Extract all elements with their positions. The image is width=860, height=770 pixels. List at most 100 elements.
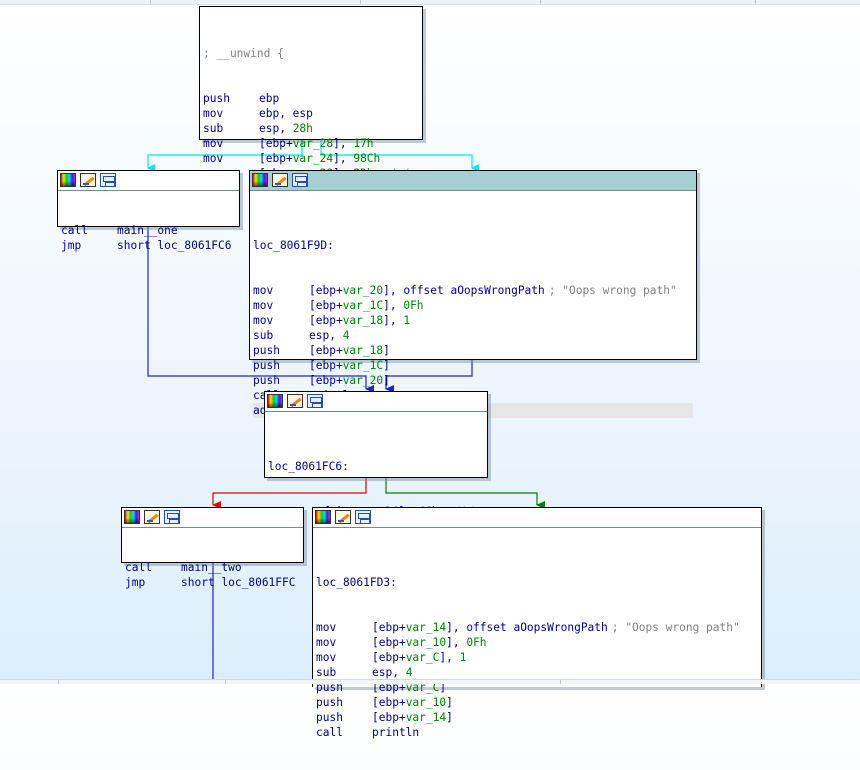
instruction-line[interactable]: mov [ebp+var_1C], 0Fh [253, 298, 693, 313]
mnemonic: sub [316, 666, 337, 679]
color-gradient-icon[interactable] [124, 510, 140, 524]
edit-pencil-icon[interactable] [272, 173, 288, 187]
main-one-lines: call main__onejmp short loc_8061FC6 [61, 223, 236, 253]
block-label: loc_8061FC6: [268, 460, 349, 473]
instruction-line[interactable]: call main__one [61, 223, 236, 238]
operands: main__one [117, 224, 178, 237]
operands: println [372, 726, 420, 739]
operands: short loc_8061FC6 [117, 239, 232, 252]
mnemonic: mov [253, 284, 274, 297]
operands: [ebp+var_C], 1 [372, 651, 467, 664]
mnemonic: call [61, 224, 88, 237]
instruction-line[interactable]: push [ebp+var_14] [316, 710, 758, 725]
graph-overview-icon[interactable] [307, 394, 323, 408]
operands: [ebp+var_1C] [309, 359, 390, 372]
mnemonic: push [203, 92, 230, 105]
mnemonic: push [316, 711, 343, 724]
mnemonic: call [125, 561, 152, 574]
edit-pencil-icon[interactable] [80, 173, 96, 187]
instruction-line[interactable]: push ebp [203, 91, 419, 106]
block-loc-8061f9d[interactable]: loc_8061F9D: mov [ebp+var_20], offset aOo… [249, 170, 697, 418]
instruction-line[interactable]: push [ebp+var_10] [316, 695, 758, 710]
operands: ebp [259, 92, 280, 105]
mnemonic: mov [203, 107, 224, 120]
mnemonic: mov [316, 651, 337, 664]
block-header [313, 508, 761, 528]
operands: [ebp+var_14] [372, 711, 453, 724]
operands: [ebp+var_14], offset aOopsWrongPath [372, 621, 608, 634]
mnemonic: mov [253, 314, 274, 327]
instruction-line[interactable]: push [ebp+var_18] [253, 343, 693, 358]
mnemonic: mov [203, 152, 224, 165]
operands: [ebp+var_1C], 0Fh [309, 299, 424, 312]
block-loc-8061fd3[interactable]: loc_8061FD3: mov [ebp+var_14], offset aOo… [312, 507, 762, 739]
instruction-line[interactable]: sub esp, 4 [253, 328, 693, 343]
instruction-line[interactable]: mov [ebp+var_18], 1 [253, 313, 693, 328]
mnemonic: mov [253, 299, 274, 312]
operands: esp, 4 [372, 666, 413, 679]
mnemonic: sub [203, 122, 224, 135]
comment: ; "Oops wrong path" [548, 284, 677, 297]
mnemonic: jmp [125, 576, 146, 589]
comment: ; "Oops wrong path" [611, 621, 740, 634]
operands: [ebp+var_10] [372, 696, 453, 709]
edit-pencil-icon[interactable] [335, 510, 351, 524]
mnemonic: call [316, 726, 343, 739]
bottom-status-strip [0, 679, 860, 684]
instruction-line[interactable]: mov [ebp+var_24], 98Ch [203, 151, 419, 166]
instruction-line[interactable]: call println [316, 725, 758, 740]
operands: [ebp+var_20], offset aOopsWrongPath [309, 284, 545, 297]
mnemonic: push [316, 696, 343, 709]
mnemonic: mov [203, 137, 224, 150]
operands: [ebp+var_18], 1 [309, 314, 411, 327]
block-header [58, 171, 239, 191]
instruction-line[interactable]: mov [ebp+var_C], 1 [316, 650, 758, 665]
block-header [122, 508, 303, 528]
block-label: loc_8061FD3: [316, 576, 397, 589]
block-header [265, 392, 487, 412]
color-gradient-icon[interactable] [252, 173, 268, 187]
operands: esp, 28h [259, 122, 313, 135]
mnemonic: push [253, 359, 280, 372]
operands: short loc_8061FFC [181, 576, 296, 589]
block-label: loc_8061F9D: [253, 239, 334, 252]
operands: [ebp+var_20] [309, 374, 390, 387]
operands: [ebp+var_10], 0Fh [372, 636, 487, 649]
instruction-line[interactable]: mov [ebp+var_14], offset aOopsWrongPath; … [316, 620, 758, 635]
mnemonic: mov [316, 621, 337, 634]
operands: main__two [181, 561, 242, 574]
operands: [ebp+var_18] [309, 344, 390, 357]
block-loc-8061fc6[interactable]: loc_8061FC6: cmp[ebp+var_24], 4Ch; 'L'jn… [264, 391, 488, 533]
instruction-line[interactable]: sub esp, 28h [203, 121, 419, 136]
edit-pencil-icon[interactable] [287, 394, 303, 408]
instruction-line[interactable]: mov [ebp+var_28], 17h [203, 136, 419, 151]
color-gradient-icon[interactable] [60, 173, 76, 187]
unwind-comment: ; __unwind { [203, 47, 284, 60]
graph-overview-icon[interactable] [355, 510, 371, 524]
mnemonic: jmp [61, 239, 82, 252]
block-main-two[interactable]: call main__twojmp short loc_8061FFC [121, 507, 304, 589]
mnemonic: push [253, 374, 280, 387]
color-gradient-icon[interactable] [315, 510, 331, 524]
graph-overview-icon[interactable] [292, 173, 308, 187]
mnemonic: push [253, 344, 280, 357]
instruction-line[interactable]: call main__two [125, 560, 300, 575]
instruction-line[interactable]: push [ebp+var_1C] [253, 358, 693, 373]
graph-overview-icon[interactable] [100, 173, 116, 187]
operands: [ebp+var_24], 98Ch [259, 152, 381, 165]
instruction-line[interactable]: mov [ebp+var_20], offset aOopsWrongPath; … [253, 283, 693, 298]
operands: [ebp+var_28], 17h [259, 137, 374, 150]
graph-overview-icon[interactable] [164, 510, 180, 524]
color-gradient-icon[interactable] [267, 394, 283, 408]
operands: esp, 4 [309, 329, 350, 342]
instruction-line[interactable]: jmp short loc_8061FC6 [61, 238, 236, 253]
instruction-line[interactable]: mov ebp, esp [203, 106, 419, 121]
instruction-line[interactable]: jmp short loc_8061FFC [125, 575, 300, 590]
edit-pencil-icon[interactable] [144, 510, 160, 524]
block-entry[interactable]: ; __unwind { push ebp mov ebp, esp sub esp, 2… [199, 6, 423, 195]
block-main-one[interactable]: call main__onejmp short loc_8061FC6 [57, 170, 240, 252]
instruction-line[interactable]: sub esp, 4 [316, 665, 758, 680]
instruction-line[interactable]: mov [ebp+var_10], 0Fh [316, 635, 758, 650]
block-header-selected [250, 171, 696, 191]
instruction-line[interactable]: push [ebp+var_20] [253, 373, 693, 388]
